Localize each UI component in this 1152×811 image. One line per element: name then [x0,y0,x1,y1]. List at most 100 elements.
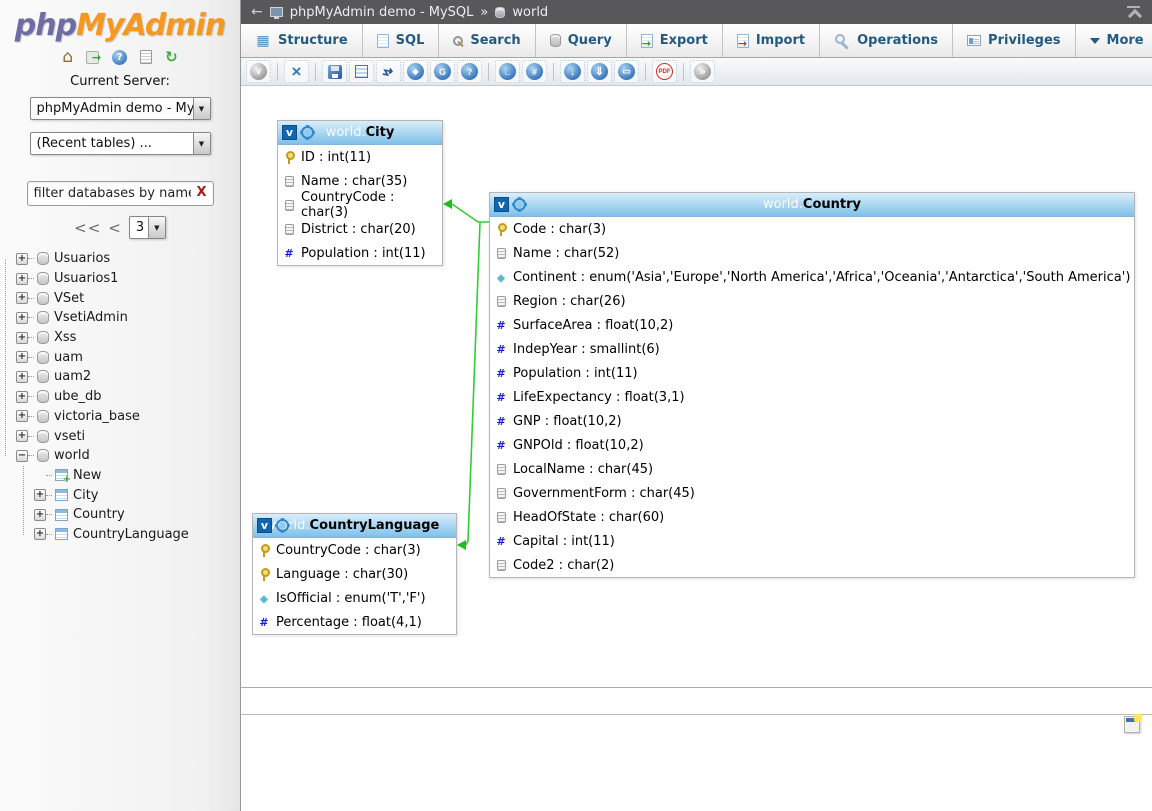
column-row-GovernmentForm[interactable]: GovernmentForm : char(45) [490,481,1134,505]
server-select-arrow-icon[interactable] [192,98,210,119]
column-row-IndepYear[interactable]: IndepYear : smallint(6) [490,337,1134,361]
docs-icon[interactable] [140,50,153,64]
column-row-Capital[interactable]: Capital : int(11) [490,529,1134,553]
toolbar-properties-button[interactable] [349,60,374,83]
expand-node-icon[interactable]: + [34,508,46,521]
recent-tables-select[interactable]: (Recent tables) ... [29,132,211,155]
table-header-City[interactable]: v world.City [278,121,442,145]
tab-search[interactable]: Search [439,24,536,57]
column-row-Continent[interactable]: Continent : enum('Asia','Europe','North … [490,265,1134,289]
toolbar-snap-grid-button[interactable] [430,60,455,83]
designer-canvas[interactable]: v world.City ID : int(11) Name : char(35) Co… [241,86,1152,811]
column-row-ID[interactable]: ID : int(11) [278,145,442,169]
toolbar-save-button[interactable] [322,60,347,83]
table-options-gear-icon[interactable] [513,198,526,211]
home-icon[interactable]: ⌂ [62,48,73,66]
tree-item-uam[interactable]: + uam [16,347,240,367]
tab-sql[interactable]: SQL [362,24,440,57]
tree-item-CountryLanguage[interactable]: + CountryLanguage [16,525,240,545]
expand-node-icon[interactable]: + [16,311,28,324]
toolbar-forward-button[interactable] [690,60,715,83]
view-badge-icon[interactable]: v [257,518,272,533]
column-row-SurfaceArea[interactable]: SurfaceArea : float(10,2) [490,313,1134,337]
phpmyadmin-logo[interactable]: phpMyAdmin [0,0,240,43]
collapse-titlebar-icon[interactable] [1126,5,1142,19]
tree-item-VSet[interactable]: + VSet [16,288,240,308]
expand-node-icon[interactable]: + [34,528,46,541]
recent-tables-arrow-icon[interactable] [192,133,210,154]
column-row-Code[interactable]: Code : char(3) [490,217,1134,241]
toolbar-grid-button[interactable] [522,60,547,83]
expand-node-icon[interactable]: + [16,252,28,265]
view-badge-icon[interactable]: v [494,197,509,212]
view-badge-icon[interactable]: v [282,125,297,140]
window-icon[interactable] [1124,714,1142,733]
tree-item-City[interactable]: + City [16,485,240,505]
expand-node-icon[interactable]: + [16,272,28,285]
tree-item-Usuarios[interactable]: + Usuarios [16,249,240,269]
column-row-Region[interactable]: Region : char(26) [490,289,1134,313]
expand-node-icon[interactable]: + [16,410,28,423]
toolbar-help-button[interactable] [457,60,482,83]
tab-query[interactable]: Query [535,24,627,57]
column-row-HeadOfState[interactable]: HeadOfState : char(60) [490,505,1134,529]
column-row-Percentage[interactable]: Percentage : float(4,1) [253,610,456,634]
column-row-CountryCode[interactable]: CountryCode : char(3) [278,190,442,220]
tree-item-Xss[interactable]: + Xss [16,328,240,348]
tree-item-New[interactable]: New [16,466,240,485]
column-row-Language[interactable]: Language : char(30) [253,562,456,586]
tree-item-Country[interactable]: + Country [16,505,240,525]
column-row-District[interactable]: District : char(20) [278,217,442,241]
expand-node-icon[interactable]: + [16,292,28,305]
tree-item-victoria_base[interactable]: + victoria_base [16,407,240,427]
server-select[interactable]: phpMyAdmin demo - My [29,97,211,120]
tree-item-vseti[interactable]: + vseti [16,426,240,446]
refresh-icon[interactable]: ↻ [165,49,178,65]
expand-node-icon[interactable]: + [34,489,46,502]
toolbar-arrow-down-bar-button[interactable] [587,60,612,83]
page-select[interactable]: 3 [128,216,166,239]
column-row-IsOfficial[interactable]: IsOfficial : enum('T','F') [253,586,456,610]
tab-privileges[interactable]: Privileges [953,24,1076,57]
pager-back[interactable]: < [108,219,122,237]
titlebar-server-title[interactable]: phpMyAdmin demo - MySQL [290,5,474,20]
tree-item-world[interactable]: − world [16,446,240,466]
expand-node-icon[interactable]: + [16,430,28,443]
toolbar-collapse-button[interactable] [246,60,271,83]
table-options-gear-icon[interactable] [301,126,314,139]
toolbar-arrow-down-button[interactable] [560,60,585,83]
tab-more[interactable]: More [1075,24,1152,57]
pager-fast-back[interactable]: << [74,219,101,237]
tree-item-Usuarios1[interactable]: + Usuarios1 [16,269,240,289]
expand-node-icon[interactable]: + [16,331,28,344]
tree-item-ube_db[interactable]: + ube_db [16,387,240,407]
tab-operations[interactable]: Operations [820,24,954,57]
expand-node-icon[interactable]: + [16,390,28,403]
filter-clear-icon[interactable]: X [196,185,206,200]
logout-icon[interactable] [86,50,101,64]
tree-item-VsetiAdmin[interactable]: + VsetiAdmin [16,308,240,328]
toolbar-pdf-button[interactable] [652,60,677,83]
help-icon[interactable]: ? [112,49,128,65]
expand-node-icon[interactable]: + [16,351,28,364]
toolbar-fullscreen-button[interactable] [284,60,309,83]
table-header-CountryLanguage[interactable]: v world.CountryLanguage [253,514,456,538]
column-row-LifeExpectancy[interactable]: LifeExpectancy : float(3,1) [490,385,1134,409]
toolbar-display-field-button[interactable] [403,60,428,83]
tree-item-uam2[interactable]: + uam2 [16,367,240,387]
toolbar-angle-link-button[interactable] [495,60,520,83]
column-row-CountryCode[interactable]: CountryCode : char(3) [253,538,456,562]
table-header-Country[interactable]: v world.Country [490,193,1134,217]
tab-structure[interactable]: Structure [241,24,363,57]
column-row-GNP[interactable]: GNP : float(10,2) [490,409,1134,433]
collapse-node-icon[interactable]: − [16,449,28,462]
titlebar-database-name[interactable]: world [512,5,548,20]
column-row-GNPOld[interactable]: GNPOld : float(10,2) [490,433,1134,457]
column-row-LocalName[interactable]: LocalName : char(45) [490,457,1134,481]
page-select-arrow-icon[interactable] [147,217,165,238]
back-arrow-icon[interactable]: ← [251,5,263,19]
column-row-Population[interactable]: Population : int(11) [278,241,442,265]
column-row-Name[interactable]: Name : char(52) [490,241,1134,265]
tab-import[interactable]: Import [722,24,821,57]
column-row-Population[interactable]: Population : int(11) [490,361,1134,385]
